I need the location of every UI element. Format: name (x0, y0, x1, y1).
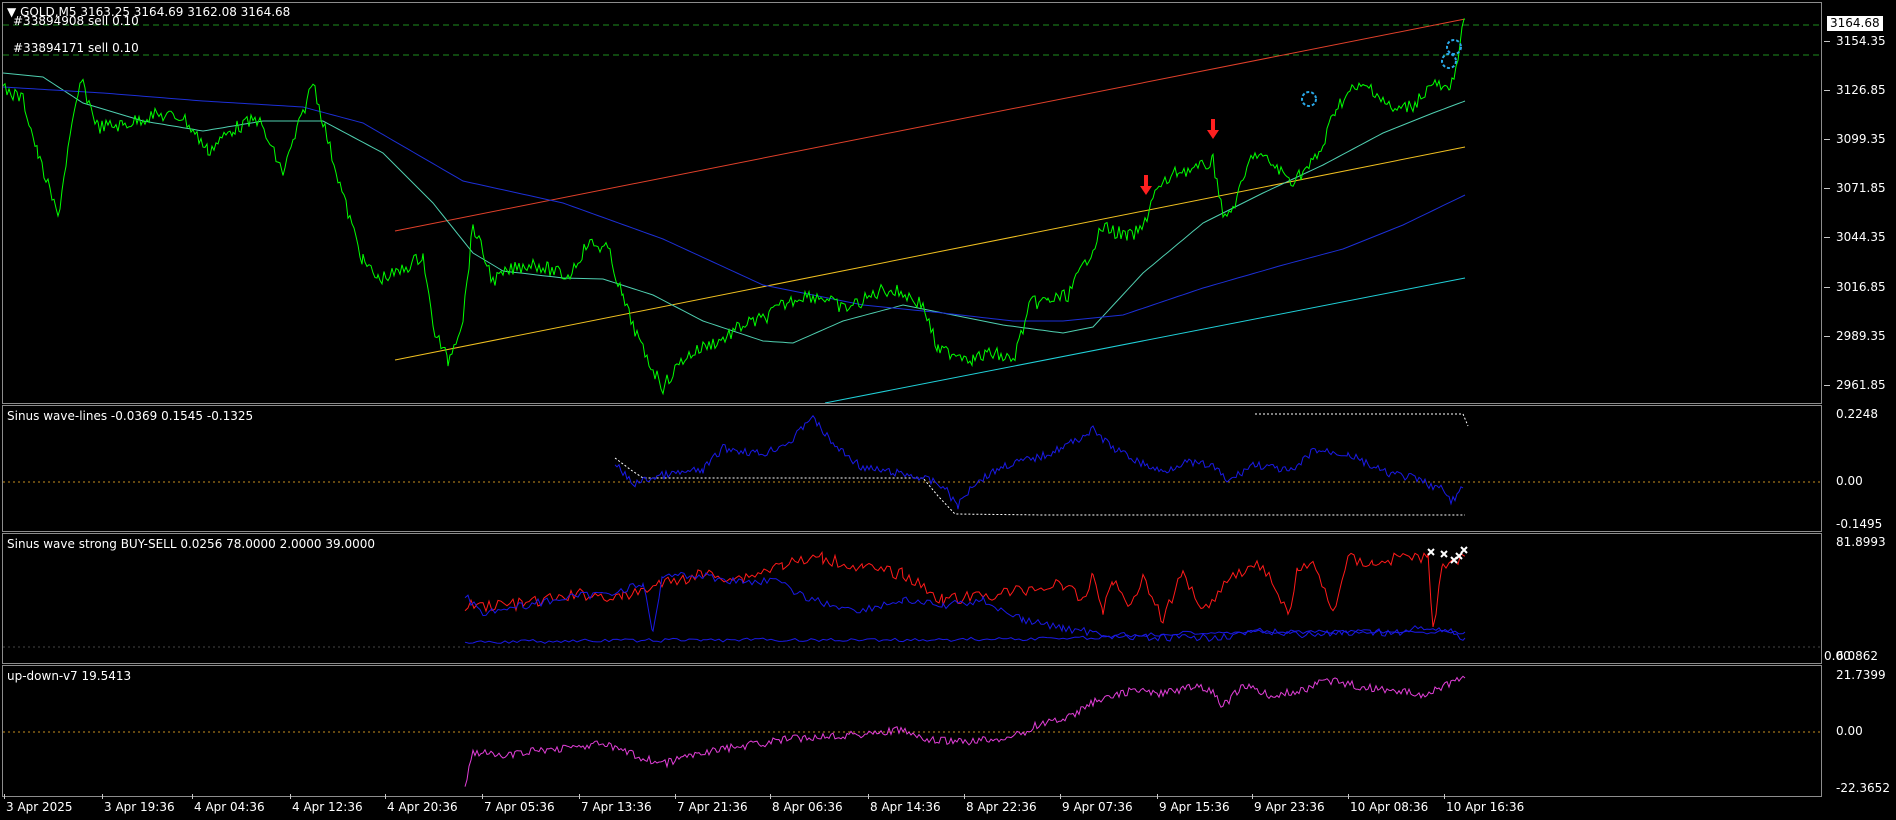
indicator2-axis: 81.8993 6.0862 0.00 (1824, 533, 1896, 664)
time-label: 3 Apr 2025 (6, 800, 73, 814)
order-label-2[interactable]: #33894171 sell 0.10 (13, 41, 139, 55)
cross-marker-icon (1440, 550, 1448, 558)
time-tick (192, 794, 193, 799)
buy-strength-line (464, 571, 1466, 642)
time-label: 7 Apr 05:36 (484, 800, 555, 814)
price-label: 3044.35 (1836, 230, 1886, 244)
wave-line (614, 414, 1464, 510)
time-label: 8 Apr 06:36 (772, 800, 843, 814)
time-tick (385, 794, 386, 799)
price-label: 3071.85 (1836, 181, 1886, 195)
indicator3-axis: 21.7399 0.00 -22.3652 (1824, 665, 1896, 797)
sinus-wave-buy-sell-canvas[interactable] (3, 534, 1822, 664)
time-label: 8 Apr 14:36 (870, 800, 941, 814)
price-axis: 3164.68 3154.35 3126.85 3099.35 3071.85 … (1824, 2, 1896, 404)
up-down-panel[interactable]: up-down-v7 19.5413 (2, 665, 1822, 797)
price-label: 3099.35 (1836, 132, 1886, 146)
time-label: 9 Apr 23:36 (1254, 800, 1325, 814)
cross-marker-icon (1455, 552, 1463, 560)
time-tick (4, 794, 5, 799)
time-tick (1348, 794, 1349, 799)
axis-label: 0.00 (1836, 474, 1863, 488)
price-label: 3154.35 (1836, 34, 1886, 48)
cross-marker-icon (1427, 548, 1435, 556)
time-tick (964, 794, 965, 799)
indicator-title: Sinus wave-lines -0.0369 0.1545 -0.1325 (7, 409, 254, 423)
time-label: 9 Apr 15:36 (1159, 800, 1230, 814)
signal-circle-icon (1441, 53, 1457, 69)
moving-average-fast (3, 72, 1466, 344)
time-label: 8 Apr 22:36 (966, 800, 1037, 814)
cross-marker-icon (1460, 546, 1468, 554)
time-tick (1060, 794, 1061, 799)
axis-label: -22.3652 (1836, 781, 1890, 795)
time-label: 7 Apr 21:36 (677, 800, 748, 814)
price-chart-canvas[interactable] (3, 3, 1822, 404)
axis-label: 0.2248 (1836, 407, 1878, 421)
time-label: 10 Apr 16:36 (1446, 800, 1525, 814)
price-label: 2961.85 (1836, 378, 1886, 392)
indicator-title: Sinus wave strong BUY-SELL 0.0256 78.000… (7, 537, 376, 551)
time-tick (290, 794, 291, 799)
sell-arrow-icon (1207, 119, 1219, 139)
time-tick (1444, 794, 1445, 799)
up-down-line (464, 675, 1466, 787)
signal-circle-icon (1446, 39, 1462, 55)
sell-strength-line (464, 550, 1466, 628)
sinus-wave-lines-canvas[interactable] (3, 406, 1822, 532)
axis-label: 0.00 (1836, 724, 1863, 738)
price-label: 2989.35 (1836, 329, 1886, 343)
time-tick (675, 794, 676, 799)
time-tick (1252, 794, 1253, 799)
price-label: 3016.85 (1836, 280, 1886, 294)
up-down-canvas[interactable] (3, 666, 1822, 797)
time-tick (770, 794, 771, 799)
moving-average-slow (3, 86, 1466, 322)
time-label: 4 Apr 20:36 (387, 800, 458, 814)
axis-label: 0.00 (1824, 649, 1851, 663)
channel-top-line (394, 18, 1466, 232)
sell-arrow-icon (1140, 175, 1152, 195)
time-label: 4 Apr 12:36 (292, 800, 363, 814)
signal-dotted-line (614, 457, 1465, 516)
sinus-wave-buy-sell-panel[interactable]: Sinus wave strong BUY-SELL 0.0256 78.000… (2, 533, 1822, 664)
time-tick (482, 794, 483, 799)
axis-label: 81.8993 (1836, 535, 1886, 549)
indicator1-axis: 0.2248 0.00 -0.1495 (1824, 405, 1896, 532)
price-chart-panel[interactable]: ▼ GOLD,M5 3163.25 3164.69 3162.08 3164.6… (2, 2, 1822, 404)
sinus-wave-lines-panel[interactable]: Sinus wave-lines -0.0369 0.1545 -0.1325 (2, 405, 1822, 532)
time-tick (868, 794, 869, 799)
time-label: 10 Apr 08:36 (1350, 800, 1429, 814)
time-label: 9 Apr 07:36 (1062, 800, 1133, 814)
time-label: 7 Apr 13:36 (581, 800, 652, 814)
signal-circle-icon (1301, 91, 1317, 107)
current-price-box: 3164.68 (1827, 16, 1883, 31)
price-label: 3126.85 (1836, 83, 1886, 97)
channel-bottom-line (824, 277, 1466, 403)
axis-label: -0.1495 (1836, 517, 1883, 531)
indicator-title: up-down-v7 19.5413 (7, 669, 132, 683)
time-label: 3 Apr 19:36 (104, 800, 175, 814)
time-tick (1157, 794, 1158, 799)
time-tick (102, 794, 103, 799)
time-axis: 3 Apr 2025 3 Apr 19:36 4 Apr 04:36 4 Apr 12… (2, 794, 1822, 820)
signal-dotted-line (1255, 413, 1469, 427)
time-tick (579, 794, 580, 799)
order-label-1[interactable]: #33894908 sell 0.10 (13, 14, 139, 28)
axis-label: 21.7399 (1836, 668, 1886, 682)
time-label: 4 Apr 04:36 (194, 800, 265, 814)
price-line (3, 18, 1466, 396)
